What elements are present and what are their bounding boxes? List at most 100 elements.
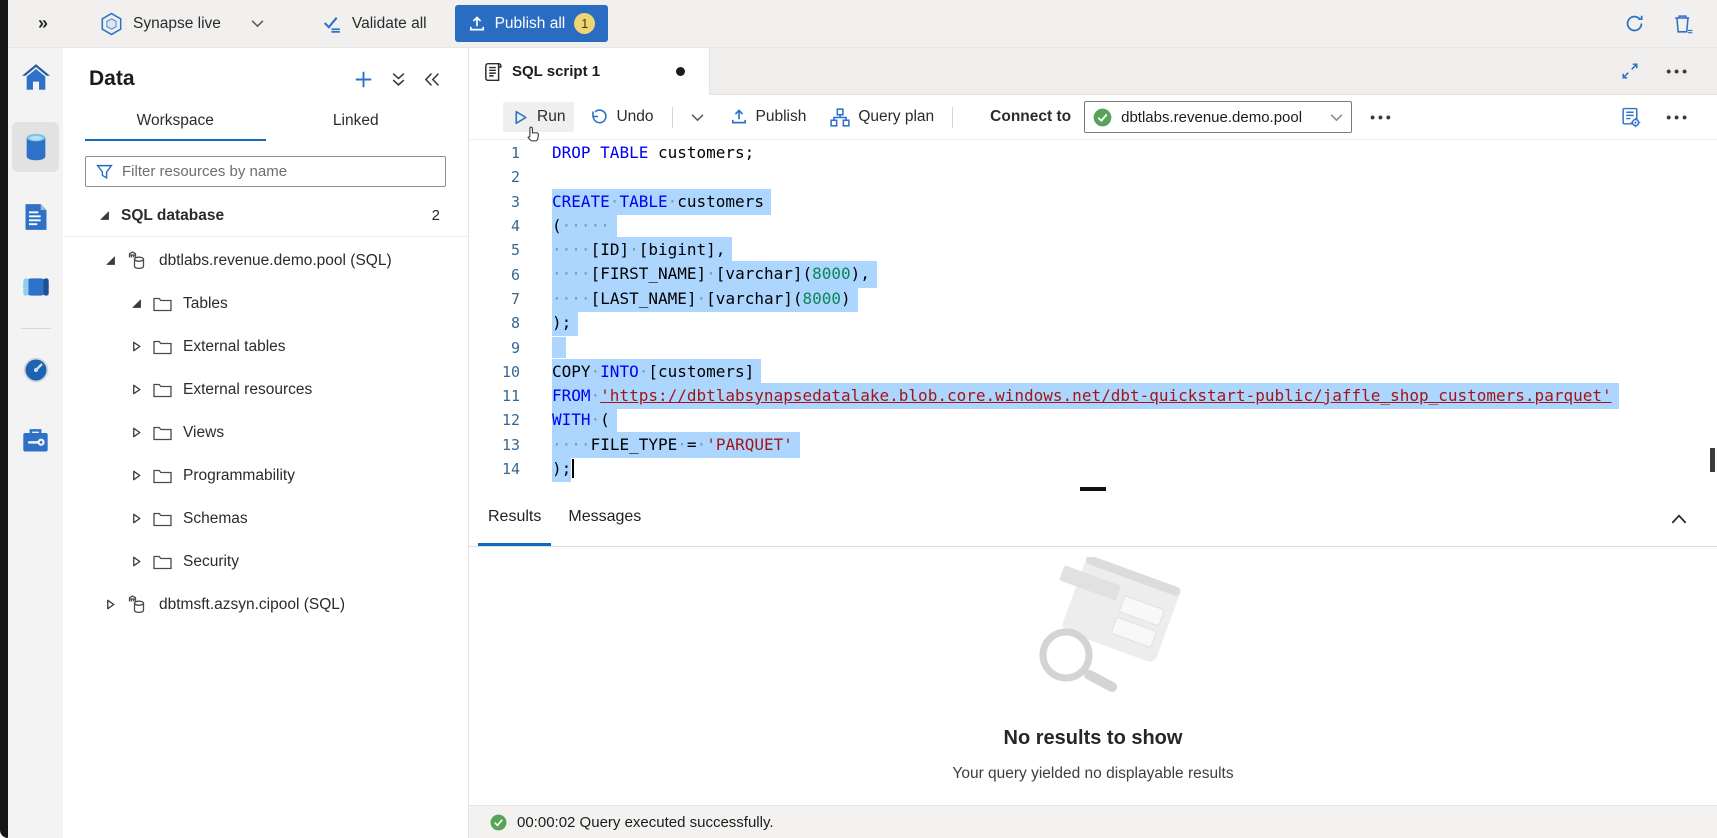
undo-button[interactable]: Undo [580, 102, 662, 132]
line-content: COPY·INTO·[customers] [520, 359, 761, 385]
tree-item-label: dbtlabs.revenue.demo.pool (SQL) [159, 252, 392, 270]
tree-item[interactable]: dbtlabs.revenue.demo.pool (SQL) [63, 239, 468, 282]
nav-home[interactable] [8, 48, 63, 106]
line-content: WITH·( [520, 407, 617, 433]
data-panel-header: Data [63, 48, 468, 95]
pool-select[interactable]: dbtlabs.revenue.demo.pool [1084, 101, 1352, 133]
tab-linked[interactable]: Linked [266, 103, 447, 141]
expand-arrow-icon[interactable] [131, 470, 142, 481]
collapse-panel-icon[interactable] [424, 72, 440, 87]
add-resource-icon[interactable] [354, 70, 373, 89]
tree-item[interactable]: dbtmsft.azsyn.cipool (SQL) [63, 583, 468, 626]
collapse-arrow-icon[interactable] [131, 298, 142, 309]
publish-all-button[interactable]: Publish all 1 [455, 5, 609, 42]
toolbar-more-icon[interactable]: ••• [1370, 109, 1394, 125]
collapse-results-icon[interactable] [1671, 514, 1717, 524]
tree-item[interactable]: Security [63, 540, 468, 583]
synapse-live-icon [100, 12, 123, 36]
discard-all-icon[interactable] [1673, 13, 1693, 34]
run-button[interactable]: Run [503, 102, 574, 132]
tree-root-sql-database[interactable]: SQL database 2 [63, 195, 468, 237]
code-line-13[interactable]: 13····FILE_TYPE·=·'PARQUET' [469, 433, 1717, 457]
validate-check-icon [322, 14, 343, 34]
mouse-cursor [525, 126, 540, 143]
code-line-9[interactable]: 9 [469, 335, 1717, 359]
code-line-8[interactable]: 8); [469, 311, 1717, 335]
line-number: 14 [469, 460, 520, 478]
tree-item[interactable]: Schemas [63, 497, 468, 540]
code-line-5[interactable]: 5····[ID]·[bigint], [469, 238, 1717, 262]
line-content: ····[LAST_NAME]·[varchar](8000) [520, 286, 858, 312]
collapse-all-icon[interactable] [391, 71, 406, 87]
properties-icon[interactable] [1620, 107, 1641, 128]
capture-edge [0, 0, 8, 838]
tree-item[interactable]: Views [63, 411, 468, 454]
tree-item[interactable]: Programmability [63, 454, 468, 497]
code-line-2[interactable]: 2 [469, 165, 1717, 189]
collapse-arrow-icon[interactable] [105, 255, 116, 266]
code-line-4[interactable]: 4(····· [469, 214, 1717, 238]
tab-messages[interactable]: Messages [558, 491, 651, 546]
nav-integrate[interactable] [8, 258, 63, 316]
expand-arrow-icon[interactable] [131, 556, 142, 567]
code-line-6[interactable]: 6····[FIRST_NAME]·[varchar](8000), [469, 262, 1717, 286]
code-line-7[interactable]: 7····[LAST_NAME]·[varchar](8000) [469, 287, 1717, 311]
nav-manage[interactable] [8, 411, 63, 469]
nav-monitor[interactable] [8, 341, 63, 399]
code-line-1[interactable]: 1DROP TABLE customers; [469, 141, 1717, 165]
tree-item[interactable]: External tables [63, 325, 468, 368]
expand-arrow-icon[interactable] [131, 513, 142, 524]
refresh-icon[interactable] [1624, 13, 1645, 34]
tree-item[interactable]: Tables [63, 282, 468, 325]
publish-count-badge: 1 [574, 13, 595, 34]
publish-upload-icon [730, 108, 748, 126]
chevron-down-icon [251, 19, 264, 28]
expand-arrow-icon[interactable] [131, 384, 142, 395]
expand-arrow-icon[interactable] [99, 210, 110, 221]
expand-editor-icon[interactable] [1621, 62, 1639, 80]
expand-arrow-icon[interactable] [105, 599, 116, 610]
develop-icon [23, 203, 49, 231]
code-line-14[interactable]: 14); [469, 457, 1717, 481]
expand-arrow-icon[interactable] [131, 341, 142, 352]
nav-data[interactable] [8, 118, 63, 176]
tab-workspace[interactable]: Workspace [85, 103, 266, 141]
expand-nav-icon[interactable]: » [38, 13, 48, 34]
folder-icon [153, 468, 172, 484]
undo-redo-dropdown-icon[interactable] [682, 107, 713, 128]
sql-pool-icon [127, 594, 148, 615]
tree-item-label: Views [183, 424, 224, 442]
filter-input[interactable] [122, 163, 435, 180]
query-plan-button[interactable]: Query plan [821, 102, 943, 133]
tree-item-label: Programmability [183, 467, 295, 485]
line-content: DROP TABLE customers; [520, 141, 754, 165]
line-number: 13 [469, 436, 520, 454]
tab-sql-script-1[interactable]: SQL script 1 [469, 48, 710, 95]
undo-icon [589, 108, 608, 126]
editor-tab-title: SQL script 1 [512, 63, 600, 80]
toolbar-divider [672, 107, 673, 128]
code-line-12[interactable]: 12WITH·( [469, 408, 1717, 432]
editor-more-icon[interactable]: ••• [1666, 109, 1690, 125]
tab-results[interactable]: Results [478, 491, 551, 546]
tab-more-actions-icon[interactable]: ••• [1666, 63, 1690, 79]
branch-mode-selector[interactable]: Synapse live [100, 12, 264, 36]
line-content: CREATE·TABLE·customers [520, 189, 771, 215]
editor-scrollbar-thumb[interactable] [1710, 448, 1715, 472]
line-content: ····FILE_TYPE·=·'PARQUET' [520, 432, 800, 458]
code-line-3[interactable]: 3CREATE·TABLE·customers [469, 190, 1717, 214]
database-count: 2 [432, 207, 440, 224]
line-number: 2 [469, 168, 520, 186]
nav-develop[interactable] [8, 188, 63, 246]
database-icon [23, 133, 49, 161]
validate-all-button[interactable]: Validate all [322, 14, 427, 34]
expand-arrow-icon[interactable] [131, 427, 142, 438]
code-line-10[interactable]: 10COPY·INTO·[customers] [469, 360, 1717, 384]
sql-code-editor[interactable]: 1DROP TABLE customers; 2 3CREATE·TABLE·cus… [469, 140, 1717, 487]
play-icon [512, 109, 529, 126]
publish-button[interactable]: Publish [721, 102, 816, 132]
folder-icon [153, 339, 172, 355]
tree-item[interactable]: External resources [63, 368, 468, 411]
code-line-11[interactable]: 11FROM·'https://dbtlabsynapsedatalake.bl… [469, 384, 1717, 408]
line-content: (····· [520, 213, 617, 239]
